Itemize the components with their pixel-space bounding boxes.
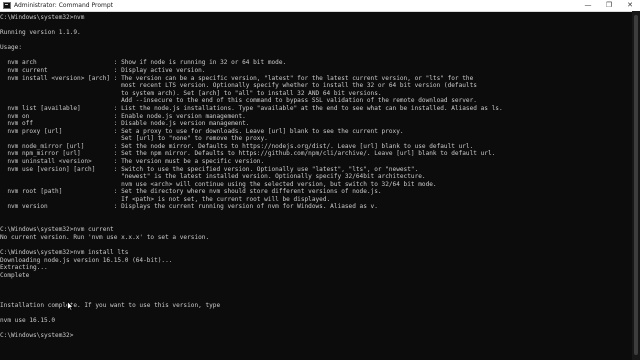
command-prompt-window: Administrator: Command Prompt — ❐ ✕ C:\W… — [0, 0, 640, 360]
console-line: Complete — [0, 271, 30, 279]
vertical-scrollbar[interactable] — [632, 11, 640, 360]
console-line: nvm version : Displays the current runni… — [0, 203, 378, 211]
console-line: nvm uninstall <version> : The version mu… — [0, 157, 265, 165]
console-line: nvm use [version] [arch] : Switch to use… — [0, 165, 419, 173]
console-line: nvm node_mirror [url] : Set the node mir… — [0, 142, 474, 150]
console-line: C:\Windows\system32>nvm install lts — [0, 248, 129, 256]
console-line: C:\Windows\system32>nvm current — [0, 226, 114, 234]
console-line: C:\Windows\system32>nvm — [0, 14, 85, 21]
console-line: nvm off : Disable node.js version manage… — [0, 120, 250, 128]
console-line: nvm current : Display active version. — [0, 67, 206, 75]
restore-button[interactable]: ❐ — [598, 0, 620, 11]
console-output[interactable]: C:\Windows\system32>nvm Running version 1… — [0, 14, 628, 360]
console-line: Downloading node.js version 16.15.0 (64-… — [0, 256, 173, 264]
window-title: Administrator: Command Prompt — [14, 2, 113, 9]
console-line: nvm install <version> [arch] : The versi… — [0, 74, 474, 82]
title-bar[interactable]: Administrator: Command Prompt — ❐ ✕ — [0, 0, 640, 12]
console-line: nvm proxy [url] : Set a proxy to use for… — [0, 127, 404, 135]
console-line: nvm on : Enable node.js version manageme… — [0, 112, 246, 120]
console-line: most recent LTS version. Optionally spec… — [0, 82, 477, 90]
console-line: Add --insecure to the end of this comman… — [0, 97, 477, 105]
console-line: If <path> is not set, the current root w… — [0, 195, 331, 203]
command-prompt-icon — [3, 2, 11, 9]
close-button[interactable]: ✕ — [619, 0, 640, 11]
console-line: nvm list [available] : List the node.js … — [0, 104, 503, 112]
console-line: nvm use <arch> will continue using the s… — [0, 180, 437, 188]
console-line: nvm arch : Show if node is running in 32… — [0, 59, 287, 67]
console-line: Set [url] to "none" to remove the proxy. — [0, 135, 268, 143]
console-line: "newest" is the latest installed version… — [0, 173, 426, 181]
console-line: nvm npm_mirror [url] : Set the npm mirro… — [0, 150, 496, 158]
minimize-button[interactable]: — — [577, 0, 599, 11]
console-line: Usage: — [0, 44, 23, 52]
console-line: C:\Windows\system32> — [0, 332, 74, 340]
console-line: to system arch). Set [arch] to "all" to … — [0, 89, 382, 97]
console-line: Installation complete. If you want to us… — [0, 301, 221, 309]
scrollbar-thumb[interactable] — [634, 15, 638, 355]
console-line: Extracting... — [0, 264, 48, 272]
console-line: nvm use 16.15.0 — [0, 317, 56, 325]
console-line: nvm root [path] : Set the directory wher… — [0, 188, 382, 196]
console-line: Running version 1.1.9. — [0, 29, 81, 37]
console-line: No current version. Run 'nvm use x.x.x' … — [0, 233, 210, 241]
